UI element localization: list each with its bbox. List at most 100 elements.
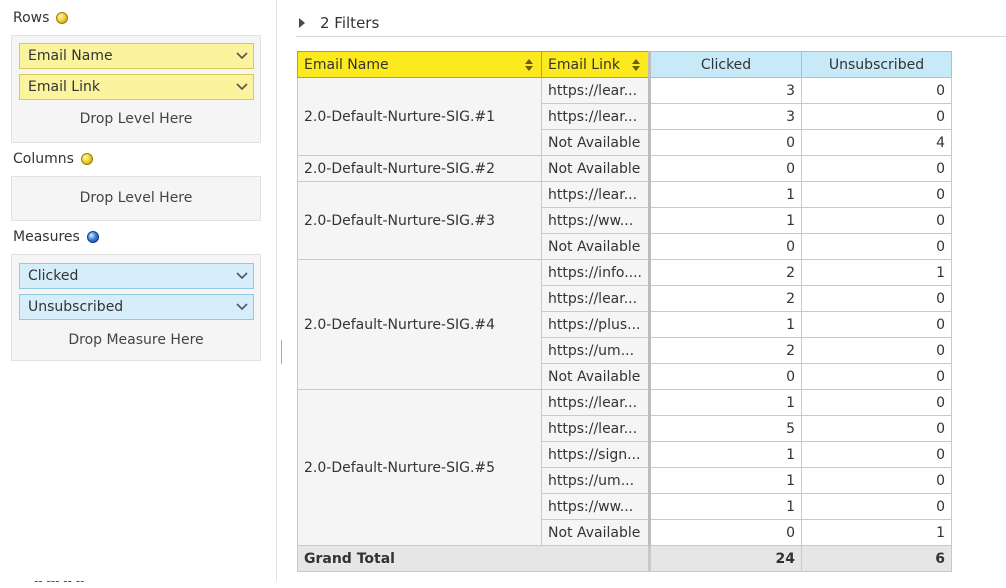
panel-resize-handle[interactable]: [281, 340, 282, 364]
clicked-cell[interactable]: 2: [648, 259, 802, 286]
measures-label: Measures: [13, 229, 80, 245]
measures-pill-label: Clicked: [28, 268, 79, 284]
email-name-cell[interactable]: 2.0-Default-Nurture-SIG.#5: [297, 389, 542, 546]
unsubscribed-cell[interactable]: 1: [801, 259, 952, 286]
clicked-cell[interactable]: 1: [648, 493, 802, 520]
sort-icon[interactable]: [632, 58, 640, 71]
rows-drop-hint: Drop Level Here: [79, 111, 193, 127]
email-link-cell[interactable]: https://ww...: [541, 493, 650, 520]
clicked-cell[interactable]: 1: [648, 311, 802, 338]
table-row: 2.0-Default-Nurture-SIG.#1 https://lear..…: [297, 77, 952, 156]
clicked-cell[interactable]: 0: [648, 129, 802, 156]
clicked-cell[interactable]: 3: [648, 103, 802, 130]
email-link-cell[interactable]: https://ww...: [541, 207, 650, 234]
header-email-name[interactable]: Email Name: [297, 51, 542, 78]
clicked-cell[interactable]: 5: [648, 415, 802, 442]
unsubscribed-cell[interactable]: 0: [801, 493, 952, 520]
email-link-cell[interactable]: Not Available: [541, 129, 650, 156]
unsubscribed-cell[interactable]: 0: [801, 103, 952, 130]
rows-pill-email-name[interactable]: Email Name: [19, 43, 254, 69]
columns-section-title: Columns: [13, 149, 93, 169]
email-link-cell[interactable]: https://um...: [541, 467, 650, 494]
unsubscribed-cell[interactable]: 4: [801, 129, 952, 156]
clicked-cell[interactable]: 1: [648, 207, 802, 234]
unsubscribed-cell[interactable]: 0: [801, 467, 952, 494]
email-link-cell[interactable]: Not Available: [541, 519, 650, 546]
email-link-cell[interactable]: https://lear...: [541, 77, 650, 104]
columns-dimension-icon: [80, 153, 93, 165]
unsubscribed-cell[interactable]: 0: [801, 207, 952, 234]
pivot-table: Email Name Email Link Clicked Unsubscrib…: [297, 51, 952, 572]
unsubscribed-cell[interactable]: 0: [801, 181, 952, 208]
columns-drop-hint: Drop Level Here: [79, 190, 193, 206]
rows-section-title: Rows: [13, 8, 69, 28]
email-link-cell[interactable]: https://um...: [541, 337, 650, 364]
unsubscribed-cell[interactable]: 1: [801, 519, 952, 546]
email-link-cell[interactable]: https://plus...: [541, 311, 650, 338]
email-link-cell[interactable]: https://lear...: [541, 415, 650, 442]
email-link-cell[interactable]: https://lear...: [541, 103, 650, 130]
email-link-cell[interactable]: Not Available: [541, 233, 650, 260]
unsubscribed-cell[interactable]: 0: [801, 155, 952, 182]
email-link-cell[interactable]: https://info....: [541, 259, 650, 286]
grand-total-row: Grand Total 24 6: [297, 545, 952, 572]
header-email-link[interactable]: Email Link: [541, 51, 650, 78]
grand-total-unsubscribed[interactable]: 6: [801, 545, 952, 572]
cutoff-section-title: -- --- -- --: [34, 574, 85, 588]
clicked-cell[interactable]: 3: [648, 77, 802, 104]
email-link-cell[interactable]: Not Available: [541, 155, 650, 182]
clicked-cell[interactable]: 1: [648, 441, 802, 468]
email-link-cell[interactable]: https://sign...: [541, 441, 650, 468]
filters-bar[interactable]: 2 Filters: [296, 9, 1006, 37]
unsubscribed-cell[interactable]: 0: [801, 441, 952, 468]
chevron-down-icon[interactable]: [231, 303, 253, 311]
unsubscribed-cell[interactable]: 0: [801, 363, 952, 390]
email-link-cell[interactable]: Not Available: [541, 363, 650, 390]
chevron-down-icon[interactable]: [231, 52, 253, 60]
measures-drop-zone[interactable]: Clicked Unsubscribed Drop Measure Here: [11, 254, 261, 361]
email-name-cell[interactable]: 2.0-Default-Nurture-SIG.#2: [297, 155, 542, 182]
email-name-cell[interactable]: 2.0-Default-Nurture-SIG.#1: [297, 77, 542, 156]
unsubscribed-cell[interactable]: 0: [801, 311, 952, 338]
rows-drop-zone[interactable]: Email Name Email Link Drop Level Here: [11, 35, 261, 143]
measures-pill-clicked[interactable]: Clicked: [19, 263, 254, 289]
grand-total-label: Grand Total: [297, 545, 650, 572]
clicked-cell[interactable]: 1: [648, 467, 802, 494]
rows-pill-label: Email Name: [28, 48, 113, 64]
rows-pill-label: Email Link: [28, 79, 100, 95]
header-clicked[interactable]: Clicked: [648, 51, 802, 78]
email-name-cell[interactable]: 2.0-Default-Nurture-SIG.#3: [297, 181, 542, 260]
clicked-cell[interactable]: 0: [648, 519, 802, 546]
unsubscribed-cell[interactable]: 0: [801, 285, 952, 312]
email-name-cell[interactable]: 2.0-Default-Nurture-SIG.#4: [297, 259, 542, 390]
columns-drop-zone[interactable]: Drop Level Here: [11, 176, 261, 221]
table-row: 2.0-Default-Nurture-SIG.#2 Not Available 0…: [297, 155, 952, 182]
measures-pill-label: Unsubscribed: [28, 299, 124, 315]
unsubscribed-cell[interactable]: 0: [801, 389, 952, 416]
email-link-cell[interactable]: https://lear...: [541, 181, 650, 208]
clicked-cell[interactable]: 0: [648, 155, 802, 182]
chevron-down-icon[interactable]: [231, 83, 253, 91]
measures-pill-unsubscribed[interactable]: Unsubscribed: [19, 294, 254, 320]
clicked-cell[interactable]: 1: [648, 389, 802, 416]
chevron-down-icon[interactable]: [231, 272, 253, 280]
rows-pill-email-link[interactable]: Email Link: [19, 74, 254, 100]
grand-total-clicked[interactable]: 24: [648, 545, 802, 572]
unsubscribed-cell[interactable]: 0: [801, 415, 952, 442]
sort-icon[interactable]: [525, 58, 533, 71]
rows-dimension-icon: [56, 12, 69, 24]
email-link-cell[interactable]: https://lear...: [541, 285, 650, 312]
clicked-cell[interactable]: 2: [648, 285, 802, 312]
clicked-cell[interactable]: 2: [648, 337, 802, 364]
header-unsubscribed[interactable]: Unsubscribed: [801, 51, 952, 78]
unsubscribed-cell[interactable]: 0: [801, 337, 952, 364]
email-link-cell[interactable]: https://lear...: [541, 389, 650, 416]
unsubscribed-cell[interactable]: 0: [801, 233, 952, 260]
expand-caret-icon[interactable]: [299, 17, 305, 28]
rows-label: Rows: [13, 10, 50, 26]
clicked-cell[interactable]: 0: [648, 363, 802, 390]
clicked-cell[interactable]: 0: [648, 233, 802, 260]
unsubscribed-cell[interactable]: 0: [801, 77, 952, 104]
filters-label[interactable]: 2 Filters: [320, 14, 379, 32]
clicked-cell[interactable]: 1: [648, 181, 802, 208]
